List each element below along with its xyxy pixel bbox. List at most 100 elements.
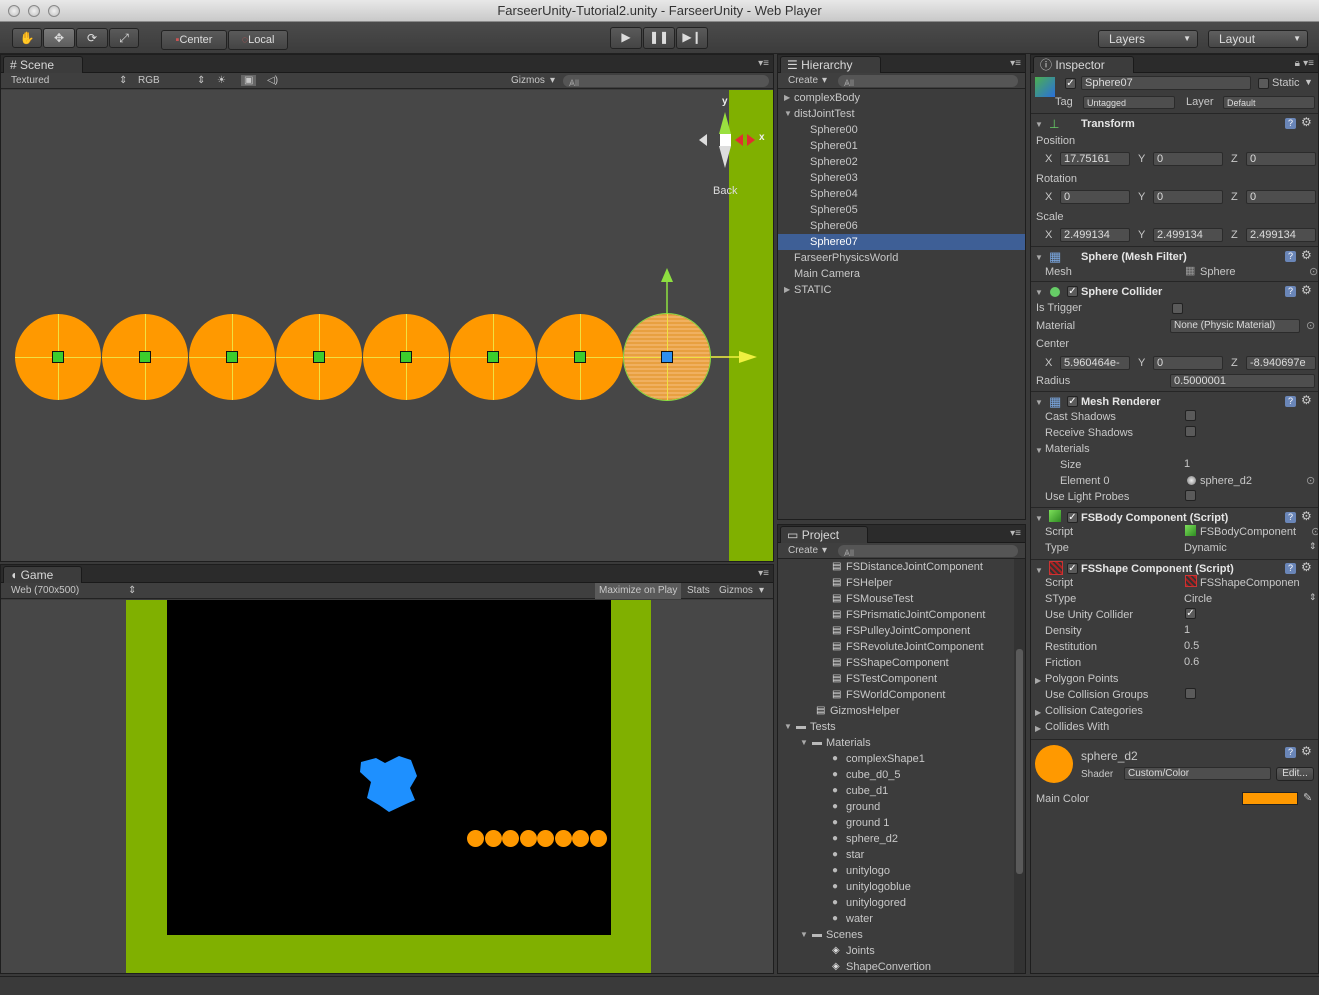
rotation-y-field[interactable]: 0 [1153, 190, 1223, 204]
stype-dropdown[interactable]: Circle [1184, 593, 1212, 605]
scale-y-field[interactable]: 2.499134 [1153, 228, 1223, 242]
render-mode-dropdown[interactable]: Textured [11, 75, 49, 86]
gear-icon[interactable]: ⚙ [1301, 560, 1312, 574]
friction-field[interactable]: 0.6 [1184, 656, 1199, 668]
position-y-field[interactable]: 0 [1153, 152, 1223, 166]
sphere[interactable] [102, 314, 188, 400]
zoom-window-button[interactable] [48, 5, 60, 17]
sphere[interactable] [189, 314, 275, 400]
edit-shader-button[interactable]: Edit... [1276, 767, 1314, 781]
project-item[interactable]: ● unitylogoblue [778, 879, 1012, 895]
game-gizmos-dropdown[interactable]: Gizmos [719, 585, 753, 596]
resolution-dropdown[interactable]: Web (700x500) [11, 585, 79, 596]
panel-menu-icon[interactable]: ▾≡ [1303, 58, 1314, 69]
gear-icon[interactable]: ⚙ [1301, 393, 1312, 407]
hierarchy-search-input[interactable]: ⌕ All [838, 75, 1018, 88]
help-icon[interactable]: ? [1285, 396, 1296, 407]
move-tool-button[interactable]: ✥ [43, 28, 75, 48]
sphere[interactable] [363, 314, 449, 400]
fsshape-script-value[interactable]: FSShapeComponen [1200, 577, 1300, 589]
center-x-field[interactable]: 5.960464e- [1060, 356, 1130, 370]
panel-menu-icon[interactable]: ▾≡ [758, 568, 769, 579]
project-item[interactable]: ◈ ShapeConvertion [778, 959, 1012, 973]
collides-with-foldout[interactable]: Collides With [1045, 721, 1109, 733]
scale-tool-button[interactable]: ⤢ [109, 28, 139, 48]
tab-game[interactable]: ◖ Game [3, 566, 83, 583]
fsshape-checkbox[interactable]: ✓ [1067, 563, 1078, 574]
project-item[interactable]: ▼ ▬ Tests [778, 719, 1012, 735]
chevron-right-icon[interactable]: ▶ [1035, 676, 1041, 685]
chevron-down-icon[interactable]: ▼ [1035, 120, 1043, 129]
project-item[interactable]: ● ground 1 [778, 815, 1012, 831]
stats-toggle[interactable]: Stats [687, 585, 710, 596]
restitution-field[interactable]: 0.5 [1184, 640, 1199, 652]
fsbody-type-dropdown[interactable]: Dynamic [1184, 542, 1227, 554]
chevron-down-icon[interactable]: ▼ [1035, 398, 1043, 407]
tab-hierarchy[interactable]: ☰ Hierarchy [780, 56, 882, 73]
project-item[interactable]: ▼ ▬ Scenes [778, 927, 1012, 943]
step-button[interactable]: ▶❙ [676, 27, 708, 49]
use-collision-groups-checkbox[interactable] [1185, 688, 1196, 699]
scale-x-field[interactable]: 2.499134 [1060, 228, 1130, 242]
layers-dropdown[interactable]: Layers ▼ [1098, 30, 1198, 48]
project-item[interactable]: ▤ FSDistanceJointComponent [778, 559, 1012, 575]
help-icon[interactable]: ? [1285, 563, 1296, 574]
project-item[interactable]: ▤ FSMouseTest [778, 591, 1012, 607]
gear-icon[interactable]: ⚙ [1301, 283, 1312, 297]
static-checkbox[interactable] [1258, 78, 1269, 89]
pivot-center-button[interactable]: ▪Center [161, 30, 227, 50]
project-item[interactable]: ▤ FSPulleyJointComponent [778, 623, 1012, 639]
is-trigger-checkbox[interactable] [1172, 303, 1183, 314]
project-item[interactable]: ● cube_d1 [778, 783, 1012, 799]
receive-shadows-checkbox[interactable] [1185, 426, 1196, 437]
hierarchy-item[interactable]: Sphere03 [778, 170, 1025, 186]
hierarchy-item[interactable]: Sphere04 [778, 186, 1025, 202]
chevron-down-icon[interactable]: ▼ [784, 719, 792, 735]
image-effects-icon[interactable]: ▣ [241, 75, 257, 86]
chevron-down-icon[interactable]: ▼ [800, 735, 808, 751]
sphere[interactable] [276, 314, 362, 400]
project-create-dropdown[interactable]: Create [788, 545, 818, 556]
hierarchy-item[interactable]: Sphere01 [778, 138, 1025, 154]
selected-sphere[interactable] [624, 314, 710, 400]
gear-icon[interactable]: ⚙ [1301, 115, 1312, 129]
project-item[interactable]: ▤ GizmosHelper [778, 703, 1012, 719]
object-picker-icon[interactable]: ⊙ [1311, 525, 1318, 538]
chevron-down-icon[interactable]: ▼ [1304, 77, 1313, 87]
hierarchy-item[interactable]: Sphere00 [778, 122, 1025, 138]
position-z-field[interactable]: 0 [1246, 152, 1316, 166]
hierarchy-item[interactable]: ▶ complexBody [778, 90, 1025, 106]
use-unity-collider-checkbox[interactable]: ✓ [1185, 608, 1196, 619]
scene-search-input[interactable]: ⌕ All [563, 75, 769, 88]
cast-shadows-checkbox[interactable] [1185, 410, 1196, 421]
project-item[interactable]: ▤ FSPrismaticJointComponent [778, 607, 1012, 623]
color-mode-dropdown[interactable]: RGB [138, 75, 160, 86]
hierarchy-item[interactable]: Sphere05 [778, 202, 1025, 218]
gear-icon[interactable]: ⚙ [1301, 744, 1312, 758]
help-icon[interactable]: ? [1285, 747, 1296, 758]
project-item[interactable]: ● unitylogo [778, 863, 1012, 879]
hierarchy-create-dropdown[interactable]: Create [788, 75, 818, 86]
project-item[interactable]: ▤ FSRevoluteJointComponent [778, 639, 1012, 655]
sphere[interactable] [537, 314, 623, 400]
fsbody-script-value[interactable]: FSBodyComponent [1200, 526, 1296, 538]
hand-tool-button[interactable]: ✋ [12, 28, 42, 48]
tab-inspector[interactable]: ⓘ Inspector [1033, 56, 1134, 73]
close-window-button[interactable] [8, 5, 20, 17]
project-item[interactable]: ◈ Joints [778, 943, 1012, 959]
chevron-down-icon[interactable]: ▼ [1035, 566, 1043, 575]
project-item[interactable]: ● ground [778, 799, 1012, 815]
chevron-right-icon[interactable]: ▶ [1035, 708, 1041, 717]
shader-dropdown[interactable]: Custom/Color [1124, 767, 1271, 780]
mesh-renderer-checkbox[interactable]: ✓ [1067, 396, 1078, 407]
panel-menu-icon[interactable]: ▾≡ [1010, 58, 1021, 69]
object-picker-icon[interactable]: ⊙ [1306, 319, 1315, 332]
maximize-on-play-toggle[interactable]: Maximize on Play [595, 583, 682, 599]
center-y-field[interactable]: 0 [1153, 356, 1223, 370]
pivot-local-button[interactable]: ◌Local [228, 30, 288, 50]
project-item[interactable]: ▤ FSHelper [778, 575, 1012, 591]
mesh-value[interactable]: Sphere [1200, 266, 1235, 278]
fsbody-checkbox[interactable]: ✓ [1067, 512, 1078, 523]
polygon-points-foldout[interactable]: Polygon Points [1045, 673, 1118, 685]
project-item[interactable]: ● water [778, 911, 1012, 927]
